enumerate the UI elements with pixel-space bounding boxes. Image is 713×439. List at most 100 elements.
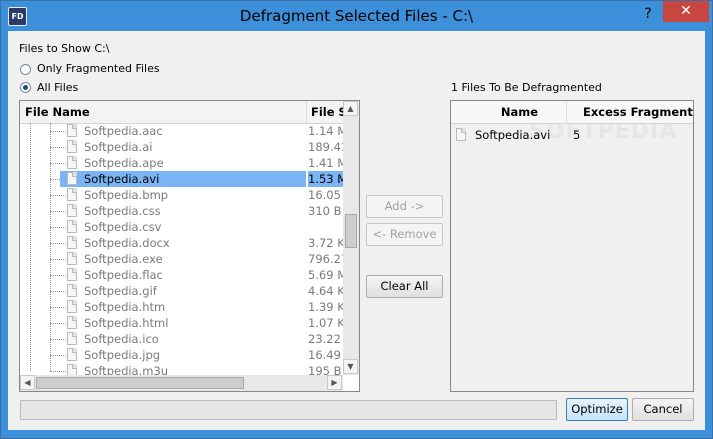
file-icon [67,204,77,217]
horizontal-scrollbar[interactable]: ◀ ▶ [20,375,343,391]
table-row[interactable]: Softpedia.exe 796.27 [20,251,346,267]
table-row[interactable]: Softpedia.ico 23.22 I [20,331,346,347]
file-name-cell: Softpedia.html [84,316,169,330]
file-name-cell: Softpedia.css [84,204,161,218]
table-row[interactable]: Softpedia.jpg 16.49 I [20,347,346,363]
file-icon [67,172,77,185]
table-row[interactable]: Softpedia.css 310 B [20,203,343,219]
vertical-scrollbar[interactable]: ▲ ▼ [343,101,359,375]
file-size-cell: 1.07 K [308,316,345,330]
add-button[interactable]: Add -> [366,195,443,218]
title-bar[interactable]: FD Defragment Selected Files - C:\ ? ✕ [1,1,712,31]
tree-branch-line [50,131,66,132]
tree-branch-line [50,147,66,148]
file-list-header: File Name File Si [20,101,343,124]
tree-branch-line [50,323,66,324]
defrag-file-name: Softpedia.avi [475,128,551,142]
column-name[interactable]: Name [451,101,567,123]
file-name-cell: Softpedia.htm [84,300,166,314]
column-file-size[interactable]: File Si [307,101,343,123]
clear-all-button[interactable]: Clear All [366,275,443,298]
table-row[interactable]: Softpedia.avi 1.53 M [20,171,348,187]
dialog-window: FD Defragment Selected Files - C:\ ? ✕ F… [0,0,713,439]
file-icon [67,236,77,249]
file-icon [67,268,77,281]
file-name-cell: Softpedia.flac [84,268,163,282]
table-row[interactable]: Softpedia.htm 1.39 K [20,299,345,315]
file-size-cell: 1.53 M [308,171,348,187]
file-icon [67,124,77,137]
defrag-list-header: Name Excess Fragments [451,101,693,124]
files-to-show-label: Files to Show C:\ [19,42,110,55]
file-size-cell: 4.64 K [308,284,345,298]
file-name-cell: Softpedia.gif [84,284,157,298]
file-tree-list[interactable]: File Name File Si Softpedia.aac1.14 MSof… [19,100,360,392]
table-row[interactable]: Softpedia.ai 189.41 [20,139,346,155]
column-file-name[interactable]: File Name [20,101,307,123]
close-button[interactable]: ✕ [663,1,709,22]
file-size-cell: 189.41 [308,140,346,154]
radio-all-files[interactable] [20,82,31,93]
file-icon [67,284,77,297]
column-excess-fragments[interactable]: Excess Fragments [567,101,693,123]
file-size-cell: 5.69 M [308,268,346,282]
file-icon [67,252,77,265]
tree-branch-line [50,163,66,164]
file-icon [67,300,77,313]
file-size-cell: 23.22 I [308,332,346,346]
remove-button[interactable]: <- Remove [366,223,443,246]
table-row[interactable]: Softpedia.gif 4.64 K [20,283,345,299]
excess-fragments-cell: 5 [573,128,581,142]
table-row[interactable]: Softpedia.bmp 16.05 I [20,187,346,203]
file-name-cell: Softpedia.docx [84,236,170,250]
tree-branch-line [50,355,66,356]
table-row[interactable]: Softpedia.ape 1.41 M [20,155,346,171]
file-name-cell: Softpedia.csv [84,220,162,234]
list-item[interactable]: Softpedia.avi 5 [451,127,693,143]
scroll-up-icon[interactable]: ▲ [343,101,358,116]
radio-only-fragmented[interactable] [20,64,31,75]
tree-branch-line [50,259,66,260]
radio-only-fragmented-label[interactable]: Only Fragmented Files [37,62,160,75]
file-size-cell: 3.72 K [308,236,345,250]
tree-branch-line [50,371,66,372]
table-row[interactable]: Softpedia.csv [20,219,343,235]
file-size-cell: 1.41 M [308,156,346,170]
scroll-down-icon[interactable]: ▼ [343,359,358,374]
file-name-cell: Softpedia.aac [84,124,163,138]
file-icon [67,140,77,153]
optimize-button[interactable]: Optimize [566,398,628,421]
file-name-cell: Softpedia.bmp [84,188,169,202]
defrag-count-label: 1 Files To Be Defragmented [451,81,602,94]
file-size-cell: 1.14 M [308,124,346,138]
table-row[interactable]: Softpedia.docx 3.72 K [20,235,345,251]
progress-bar [20,400,557,420]
file-name-cell: Softpedia.ico [84,332,159,346]
file-size-cell: 16.05 I [308,188,346,202]
window-title: Defragment Selected Files - C:\ [239,7,474,25]
scroll-left-icon[interactable]: ◀ [20,375,35,390]
file-name-cell: Softpedia.exe [84,252,163,266]
hscroll-thumb[interactable] [36,377,244,389]
file-icon [67,332,77,345]
file-icon [67,220,77,233]
file-name-cell: Softpedia.ai [84,140,153,154]
defrag-list[interactable]: Name Excess Fragments Softpedia.avi 5 [450,100,694,392]
table-row[interactable]: Softpedia.html 1.07 K [20,315,345,331]
file-icon [456,128,466,141]
cancel-button[interactable]: Cancel [632,398,694,421]
help-button[interactable]: ? [637,4,659,24]
tree-branch-line [50,339,66,340]
radio-all-files-label[interactable]: All Files [37,81,78,94]
file-size-cell: 16.49 I [308,348,346,362]
tree-branch-line [50,195,66,196]
scroll-thumb[interactable] [345,214,357,248]
file-name-cell: Softpedia.ape [84,156,164,170]
file-size-cell: 310 B [308,204,342,218]
table-row[interactable]: Softpedia.flac 5.69 M [20,267,346,283]
file-icon [67,316,77,329]
file-size-cell: 1.39 K [308,300,345,314]
tree-branch-line [50,211,66,212]
table-row[interactable]: Softpedia.aac 1.14 M [20,123,346,139]
scroll-right-icon[interactable]: ▶ [327,375,342,390]
